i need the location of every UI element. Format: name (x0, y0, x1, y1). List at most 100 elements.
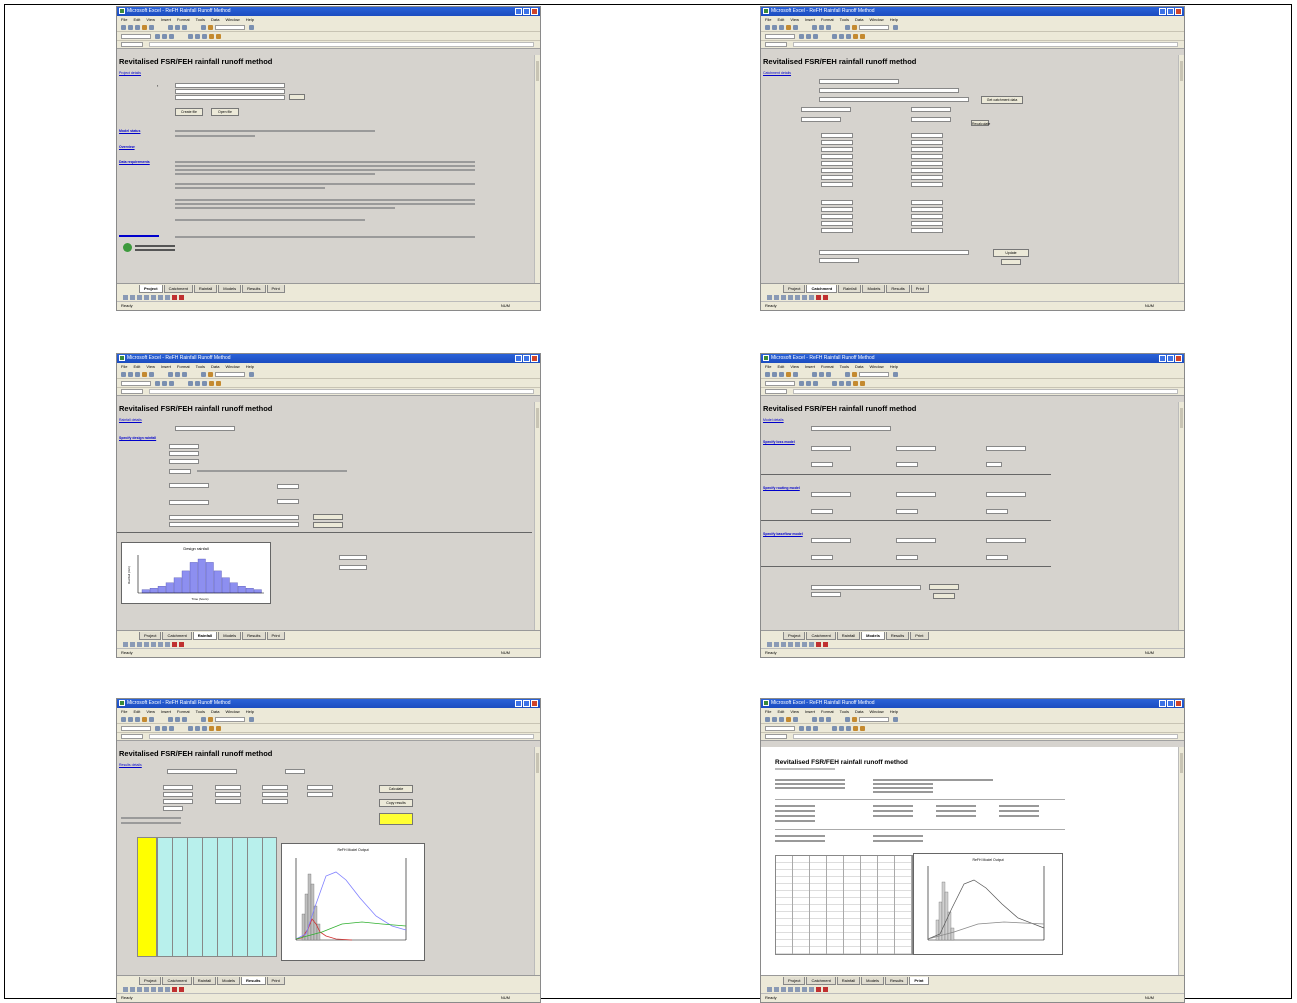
descriptor-field[interactable] (911, 168, 943, 173)
copy-icon[interactable] (819, 716, 824, 722)
menu-file[interactable]: File (121, 364, 127, 369)
open-file-button[interactable]: Open file (211, 108, 239, 116)
tp-source-field[interactable] (811, 492, 851, 497)
model-details-link[interactable]: Model details (763, 418, 784, 422)
save-icon[interactable] (135, 716, 140, 722)
update-button[interactable]: Update (993, 249, 1029, 257)
northing-field[interactable] (911, 117, 951, 122)
preview-icon[interactable] (793, 24, 798, 30)
preview-icon[interactable] (149, 371, 154, 377)
align-right-icon[interactable] (846, 380, 851, 386)
menu-data[interactable]: Data (211, 17, 219, 22)
menu-help[interactable]: Help (890, 709, 898, 714)
font-box[interactable] (765, 380, 795, 386)
close-button[interactable] (531, 355, 538, 362)
copy-icon[interactable] (175, 716, 180, 722)
descriptor-field[interactable] (821, 161, 853, 166)
up-value-field[interactable] (896, 509, 918, 514)
fill-color-icon[interactable] (853, 725, 858, 731)
align-center-icon[interactable] (195, 725, 200, 731)
menu-edit[interactable]: Edit (133, 709, 140, 714)
catchment-descriptors-field[interactable] (819, 88, 959, 93)
chart-wizard-icon[interactable] (208, 716, 213, 722)
line-icon[interactable] (144, 295, 149, 300)
timestep-field[interactable] (285, 769, 305, 774)
rectangle-icon[interactable] (158, 642, 163, 647)
print-icon[interactable] (142, 371, 147, 377)
model-status-link[interactable]: Model status (119, 129, 140, 133)
copy-icon[interactable] (175, 24, 180, 30)
rectangle-icon[interactable] (158, 295, 163, 300)
font-color-icon[interactable] (216, 725, 221, 731)
zoom-box[interactable] (215, 371, 245, 377)
menu-view[interactable]: View (146, 709, 155, 714)
name-box[interactable] (765, 42, 787, 47)
close-button[interactable] (1175, 355, 1182, 362)
result-field[interactable] (307, 792, 333, 797)
menu-data[interactable]: Data (211, 364, 219, 369)
fill-color-icon[interactable] (179, 295, 184, 300)
chart-wizard-icon[interactable] (852, 716, 857, 722)
sum-icon[interactable] (845, 716, 850, 722)
minimize-button[interactable] (515, 8, 522, 15)
br-source-field[interactable] (896, 538, 936, 543)
align-right-icon[interactable] (846, 725, 851, 731)
shapes-icon[interactable] (137, 295, 142, 300)
pointer-icon[interactable] (130, 642, 135, 647)
formula-input[interactable] (793, 734, 1178, 739)
tab-rainfall[interactable]: Rainfall (192, 977, 217, 985)
total-depth-field[interactable] (339, 555, 367, 560)
result-field[interactable] (163, 799, 193, 804)
font-box[interactable] (765, 725, 795, 731)
copy-icon[interactable] (819, 24, 824, 30)
line-icon[interactable] (788, 642, 793, 647)
chart-wizard-icon[interactable] (852, 24, 857, 30)
zoom-box[interactable] (859, 371, 889, 377)
duration-field[interactable] (169, 451, 199, 456)
menu-format[interactable]: Format (177, 364, 190, 369)
pointer-icon[interactable] (774, 642, 779, 647)
tab-print[interactable]: Print (910, 632, 929, 640)
tab-project[interactable]: Project (139, 977, 162, 985)
copy-icon[interactable] (175, 371, 180, 377)
menu-insert[interactable]: Insert (805, 364, 815, 369)
cut-icon[interactable] (168, 371, 173, 377)
preview-icon[interactable] (149, 716, 154, 722)
menu-tools[interactable]: Tools (196, 709, 205, 714)
new-icon[interactable] (121, 371, 126, 377)
copy-results-button[interactable]: Copy results (379, 799, 413, 807)
uk-source-field[interactable] (986, 492, 1026, 497)
menu-insert[interactable]: Insert (161, 709, 171, 714)
line-color-icon[interactable] (172, 642, 177, 647)
get-catchment-data-button[interactable]: Get catchment data (981, 96, 1023, 104)
font-box[interactable] (121, 380, 151, 386)
bold-icon[interactable] (799, 33, 804, 39)
align-center-icon[interactable] (839, 33, 844, 39)
italic-icon[interactable] (162, 33, 167, 39)
help-icon[interactable] (249, 716, 254, 722)
tab-print[interactable]: Print (266, 632, 285, 640)
bf0-value-field[interactable] (986, 555, 1008, 560)
vertical-scrollbar[interactable] (1178, 402, 1184, 631)
save-icon[interactable] (135, 371, 140, 377)
data-requirements-link[interactable]: Data requirements (119, 160, 150, 164)
bfihost-value-field[interactable] (986, 462, 1002, 467)
menu-tools[interactable]: Tools (196, 364, 205, 369)
vertical-scrollbar[interactable] (1178, 747, 1184, 976)
align-center-icon[interactable] (839, 380, 844, 386)
tab-catchment[interactable]: Catchment (163, 285, 193, 293)
rainfall-details-link[interactable]: Rainfall details (119, 418, 142, 422)
timestep-field[interactable] (169, 459, 199, 464)
sum-icon[interactable] (845, 24, 850, 30)
align-center-icon[interactable] (839, 725, 844, 731)
arrow-icon[interactable] (795, 987, 800, 992)
tab-results[interactable]: Results (885, 977, 909, 985)
preview-icon[interactable] (149, 24, 154, 30)
tab-rainfall[interactable]: Rainfall (193, 285, 218, 293)
zoom-box[interactable] (859, 24, 889, 30)
fill-color-icon[interactable] (853, 380, 858, 386)
recalculate-button[interactable]: Recalculate (971, 120, 990, 126)
align-right-icon[interactable] (202, 33, 207, 39)
menu-insert[interactable]: Insert (805, 709, 815, 714)
close-button[interactable] (1175, 8, 1182, 15)
